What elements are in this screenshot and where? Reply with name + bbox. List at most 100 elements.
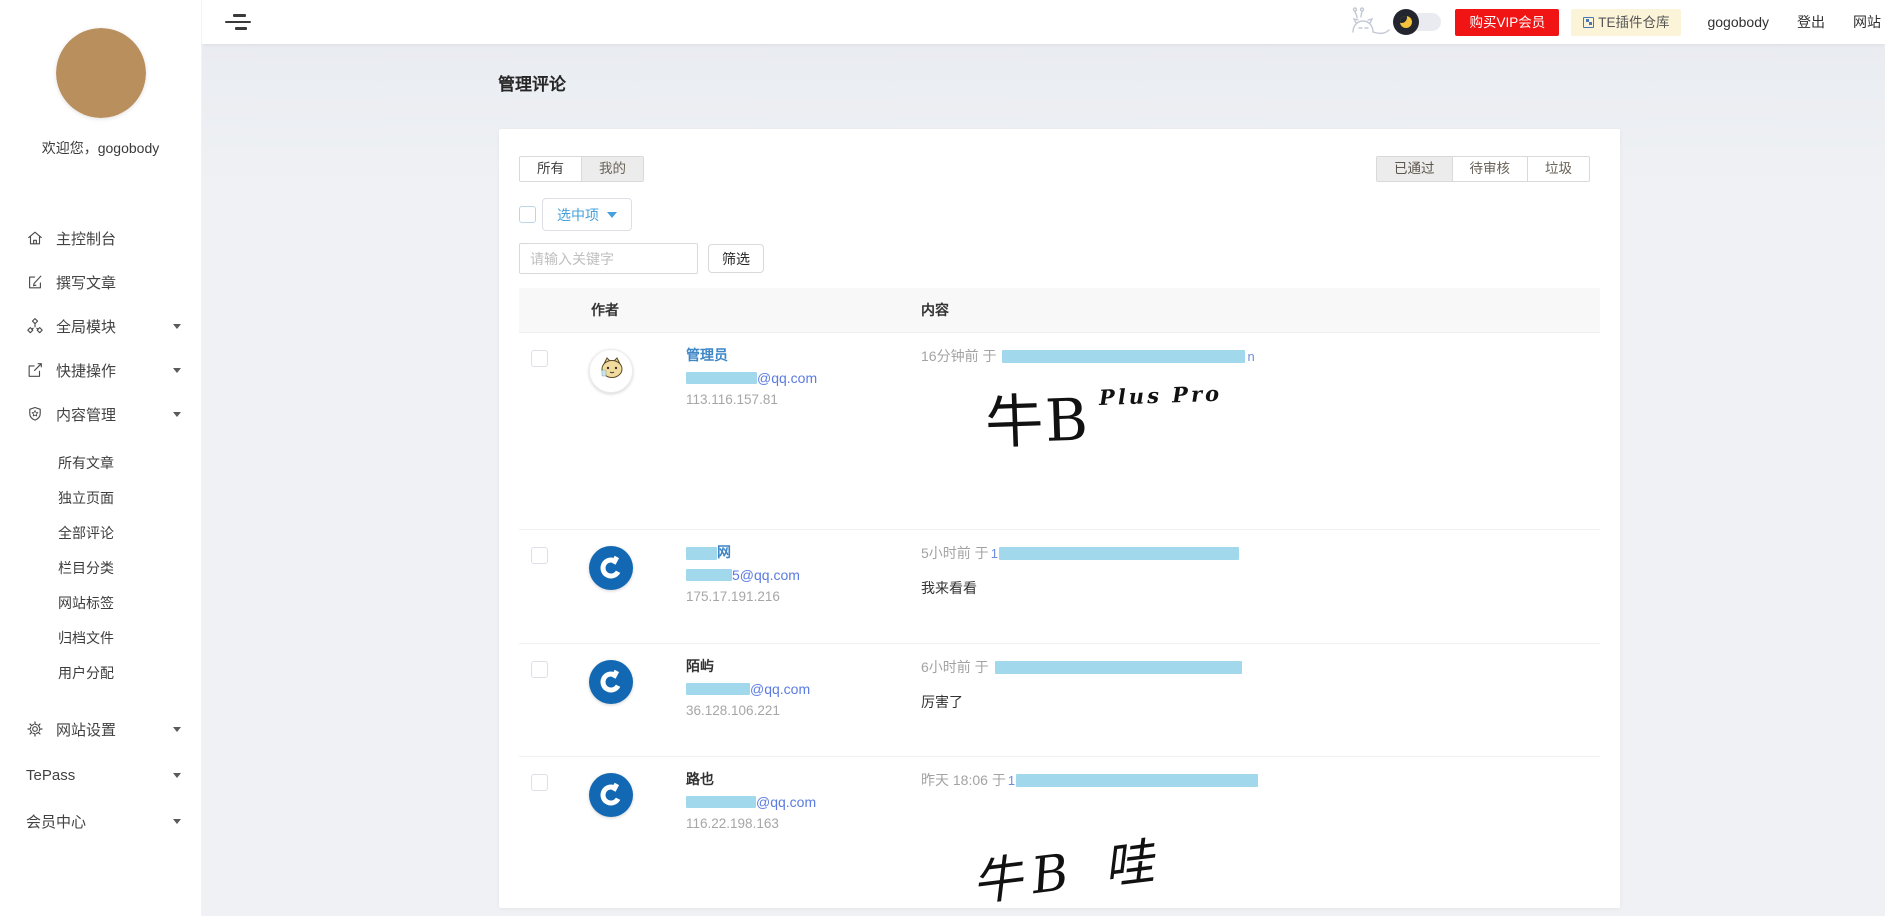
email-redaction-bar bbox=[686, 372, 757, 384]
edit-icon bbox=[26, 273, 44, 291]
cat-doodle-icon bbox=[1352, 7, 1391, 35]
sidebar: 欢迎您，gogobody 主控制台 撰写文章 全局模块 快捷操作 内容管理 所有… bbox=[0, 0, 202, 916]
tab-all[interactable]: 所有 bbox=[520, 157, 581, 181]
user-avatar[interactable] bbox=[55, 28, 146, 118]
link-redaction-bar bbox=[1002, 349, 1246, 363]
sidebar-subitem-categories[interactable]: 栏目分类 bbox=[0, 551, 201, 586]
comment-time: 6小时前 于 bbox=[921, 659, 989, 675]
name-visible-text: 网 bbox=[717, 544, 731, 560]
bulk-dropdown-button[interactable]: 选中项 bbox=[542, 198, 632, 231]
sidebar-subitem-all-posts[interactable]: 所有文章 bbox=[0, 446, 201, 481]
sidebar-subitem-pages[interactable]: 独立页面 bbox=[0, 481, 201, 516]
site-link[interactable]: 网站 bbox=[1853, 12, 1881, 32]
row-checkbox[interactable] bbox=[531, 547, 548, 564]
sidebar-collapse-icon[interactable] bbox=[224, 12, 252, 32]
plugin-grid-icon bbox=[1583, 16, 1595, 28]
sidebar-subitem-user-assign[interactable]: 用户分配 bbox=[0, 656, 201, 691]
email-visible-text: @qq.com bbox=[756, 794, 817, 810]
comment-time: 16分钟前 于 bbox=[921, 348, 997, 364]
comment-meta: 6小时前 于 bbox=[921, 657, 1600, 677]
author-cell: 陌屿 @qq.com 36.128.106.221 bbox=[686, 657, 810, 719]
select-all-checkbox[interactable] bbox=[519, 206, 536, 223]
bulk-dropdown-label: 选中项 bbox=[557, 206, 599, 223]
sidebar-subitem-archives[interactable]: 归档文件 bbox=[0, 621, 201, 656]
link-redaction-bar bbox=[994, 660, 1242, 674]
email-visible-text: @qq.com bbox=[757, 370, 818, 386]
chevron-down-icon bbox=[173, 727, 181, 732]
buy-vip-button[interactable]: 购买VIP会员 bbox=[1455, 8, 1560, 36]
sidebar-item-dashboard[interactable]: 主控制台 bbox=[0, 216, 201, 260]
content-cell: 16分钟前 于 n 牛B Plus Pro bbox=[921, 346, 1600, 457]
comment-text: 我来看看 bbox=[921, 580, 977, 596]
author-ip: 175.17.191.216 bbox=[686, 589, 780, 604]
sidebar-item-write-post[interactable]: 撰写文章 bbox=[0, 260, 201, 304]
plugin-store-button[interactable]: TE插件仓库 bbox=[1571, 8, 1682, 36]
author-name-link[interactable]: 管理员 bbox=[686, 346, 817, 364]
author-cell: 路也 @qq.com 116.22.198.163 bbox=[686, 770, 816, 832]
comment-meta: 16分钟前 于 n bbox=[921, 346, 1600, 366]
content-submenu: 所有文章 独立页面 全部评论 栏目分类 网站标签 归档文件 用户分配 bbox=[0, 446, 201, 691]
comments-card: 所有 我的 已通过 待审核 垃圾 选中项 筛选 作者 内容 bbox=[499, 129, 1620, 908]
author-name[interactable]: 陌屿 bbox=[686, 657, 810, 675]
link-visible-tail: n bbox=[1247, 348, 1255, 364]
logout-link[interactable]: 登出 bbox=[1797, 12, 1825, 32]
sidebar-item-label: TePass bbox=[26, 766, 76, 784]
sidebar-item-label: 主控制台 bbox=[56, 230, 117, 248]
author-email[interactable]: @qq.com bbox=[686, 370, 817, 386]
chevron-down-icon bbox=[173, 324, 181, 329]
sidebar-item-label: 快捷操作 bbox=[56, 362, 117, 380]
tab-mine[interactable]: 我的 bbox=[581, 157, 643, 181]
author-name-link[interactable]: 网 bbox=[686, 543, 800, 561]
username-link[interactable]: gogobody bbox=[1707, 14, 1769, 30]
handwriting-main: 牛B 哇 bbox=[968, 831, 1167, 908]
sidebar-item-site-settings[interactable]: 网站设置 bbox=[0, 707, 201, 751]
comment-time: 昨天 18:06 于 bbox=[921, 772, 1006, 788]
external-link-icon bbox=[26, 361, 44, 379]
blue-power-avatar bbox=[589, 660, 633, 704]
author-email[interactable]: @qq.com bbox=[686, 681, 810, 697]
sidebar-item-global-modules[interactable]: 全局模块 bbox=[0, 304, 201, 348]
name-redaction-bar bbox=[686, 546, 717, 560]
author-email[interactable]: 5@qq.com bbox=[686, 567, 800, 583]
email-redaction-bar bbox=[686, 569, 732, 581]
author-ip: 36.128.106.221 bbox=[686, 703, 780, 718]
chevron-down-icon bbox=[173, 412, 181, 417]
sidebar-item-label: 会员中心 bbox=[26, 813, 87, 831]
sidebar-item-label: 内容管理 bbox=[56, 406, 117, 424]
sidebar-subitem-all-comments[interactable]: 全部评论 bbox=[0, 516, 201, 551]
bulk-actions-row: 选中项 bbox=[519, 198, 632, 231]
gear-icon bbox=[26, 720, 44, 738]
tab-spam[interactable]: 垃圾 bbox=[1527, 157, 1589, 181]
keyword-search-input[interactable] bbox=[519, 243, 698, 274]
blue-power-avatar bbox=[589, 546, 633, 590]
tab-approved[interactable]: 已通过 bbox=[1377, 157, 1452, 181]
row-checkbox[interactable] bbox=[531, 661, 548, 678]
link-visible-head: 1 bbox=[990, 545, 998, 561]
comment-meta: 5小时前 于 1 bbox=[921, 543, 1600, 563]
welcome-text: 欢迎您，gogobody bbox=[41, 140, 160, 156]
topbar: 购买VIP会员 TE插件仓库 gogobody 登出 网站 bbox=[202, 0, 1885, 44]
search-row: 筛选 bbox=[519, 243, 764, 274]
author-ip: 113.116.157.81 bbox=[686, 392, 778, 407]
page-title: 管理评论 bbox=[498, 75, 566, 94]
filter-button[interactable]: 筛选 bbox=[708, 244, 764, 273]
row-checkbox[interactable] bbox=[531, 774, 548, 791]
chevron-down-icon bbox=[173, 773, 181, 778]
author-email[interactable]: @qq.com bbox=[686, 794, 816, 810]
cat-meme-avatar: “特别干的演员” bbox=[589, 349, 633, 393]
column-header-content: 内容 bbox=[921, 302, 949, 318]
sidebar-item-content-management[interactable]: 内容管理 bbox=[0, 392, 201, 436]
row-checkbox[interactable] bbox=[531, 350, 548, 367]
table-body: “特别干的演员” 管理员 @qq.com 113.116.157.81 16分钟… bbox=[519, 333, 1600, 908]
dark-mode-toggle[interactable] bbox=[1393, 9, 1442, 35]
sidebar-item-member-center[interactable]: 会员中心 bbox=[0, 799, 201, 843]
comment-time: 5小时前 于 bbox=[921, 545, 989, 561]
sidebar-item-quick-actions[interactable]: 快捷操作 bbox=[0, 348, 201, 392]
sidebar-subitem-tags[interactable]: 网站标签 bbox=[0, 586, 201, 621]
tab-pending[interactable]: 待审核 bbox=[1451, 157, 1527, 181]
sidebar-nav-bottom: 网站设置 TePass 会员中心 bbox=[0, 707, 201, 843]
content-cell: 6小时前 于 厉害了 bbox=[921, 657, 1600, 712]
sidebar-item-tepass[interactable]: TePass bbox=[0, 751, 201, 799]
email-visible-text: 5@qq.com bbox=[732, 567, 800, 583]
author-name[interactable]: 路也 bbox=[686, 770, 816, 788]
